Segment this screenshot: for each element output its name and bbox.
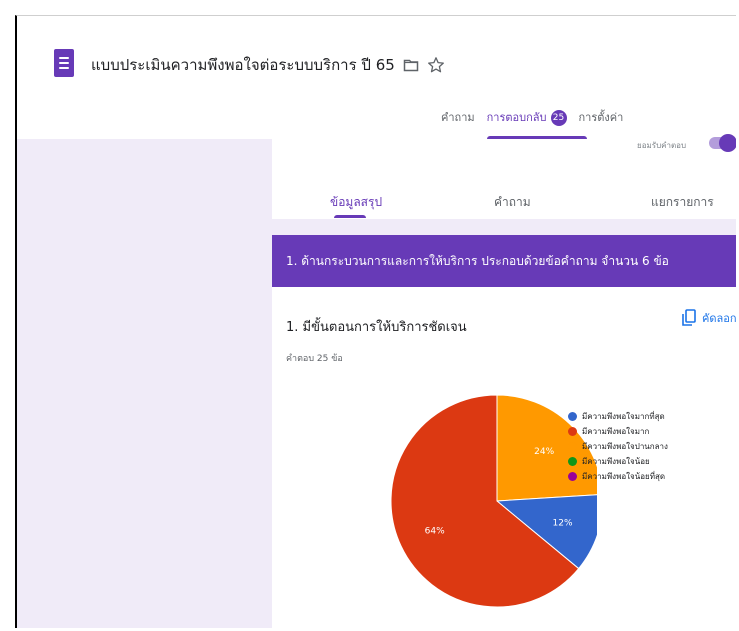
- forms-doc-icon[interactable]: [54, 49, 74, 77]
- tab-questions-label: คำถาม: [441, 111, 475, 124]
- section-header: 1. ด้านกระบวนการและการให้บริการ ประกอบด้…: [272, 235, 736, 287]
- title-row: แบบประเมินความพึงพอใจต่อระบบบริการ ปี 65: [91, 53, 445, 77]
- form-title[interactable]: แบบประเมินความพึงพอใจต่อระบบบริการ ปี 65: [91, 53, 395, 77]
- tab-responses-label: การตอบกลับ: [486, 111, 547, 124]
- legend-dot: [568, 442, 577, 451]
- copy-label: คัดลอก: [702, 312, 736, 325]
- legend-item: มีความพึงพอใจมาก: [568, 424, 668, 439]
- pie-slice-label: 12%: [553, 518, 573, 528]
- pie-chart: 24% 12% 64%: [390, 395, 597, 607]
- subtab-active-indicator: [334, 215, 366, 218]
- subtab-question[interactable]: คำถาม: [494, 193, 531, 212]
- subtab-summary[interactable]: ข้อมูลสรุป: [330, 193, 382, 212]
- tab-settings[interactable]: การตั้งค่า: [579, 108, 624, 132]
- legend-dot: [568, 457, 577, 466]
- accepting-responses-label: ยอมรับคำตอบ: [637, 141, 687, 150]
- app-frame: แบบประเมินความพึงพอใจต่อระบบบริการ ปี 65…: [15, 15, 736, 628]
- question-card: 1. มีขั้นตอนการให้บริการชัดเจน คำตอบ 25 …: [272, 287, 736, 628]
- subtab-individual[interactable]: แยกรายการ: [651, 193, 714, 212]
- copy-icon: [682, 309, 696, 326]
- star-icon[interactable]: [427, 56, 445, 74]
- legend-item: มีความพึงพอใจน้อย: [568, 454, 668, 469]
- legend-label: มีความพึงพอใจมากที่สุด: [582, 412, 665, 421]
- section-title: 1. ด้านกระบวนการและการให้บริการ ประกอบด้…: [286, 254, 669, 268]
- legend-item: มีความพึงพอใจน้อยที่สุด: [568, 469, 668, 484]
- tab-settings-label: การตั้งค่า: [578, 111, 624, 124]
- response-count: คำตอบ 25 ข้อ: [286, 354, 343, 364]
- legend-dot: [568, 472, 577, 481]
- legend-dot: [568, 412, 577, 421]
- legend-label: มีความพึงพอใจมาก: [582, 427, 650, 436]
- legend-label: มีความพึงพอใจน้อย: [582, 457, 650, 466]
- legend-item: มีความพึงพอใจมากที่สุด: [568, 409, 668, 424]
- top-tabs: คำถาม การตอบกลับ 25 การตั้งค่า: [441, 108, 624, 139]
- chart-legend: มีความพึงพอใจมากที่สุดมีความพึงพอใจมากมี…: [568, 409, 668, 484]
- copy-button[interactable]: คัดลอก: [682, 309, 736, 327]
- pie-slice-label: 24%: [534, 447, 554, 457]
- form-header: แบบประเมินความพึงพอใจต่อระบบบริการ ปี 65…: [17, 16, 736, 139]
- folder-icon[interactable]: [403, 57, 419, 73]
- legend-label: มีความพึงพอใจน้อยที่สุด: [582, 472, 666, 481]
- pie-slice-label: 64%: [425, 526, 445, 536]
- tab-responses[interactable]: การตอบกลับ 25: [486, 108, 587, 139]
- toggle-knob[interactable]: [719, 134, 736, 152]
- response-sub-tabs: ข้อมูลสรุป คำถาม แยกรายการ: [272, 159, 736, 219]
- legend-item: มีความพึงพอใจปานกลาง: [568, 439, 668, 454]
- legend-dot: [568, 427, 577, 436]
- question-title: 1. มีขั้นตอนการให้บริการชัดเจน: [286, 320, 467, 335]
- tab-questions[interactable]: คำถาม: [441, 108, 475, 132]
- responses-count-badge: 25: [550, 110, 567, 126]
- section-gap: [272, 219, 736, 235]
- legend-label: มีความพึงพอใจปานกลาง: [582, 442, 668, 451]
